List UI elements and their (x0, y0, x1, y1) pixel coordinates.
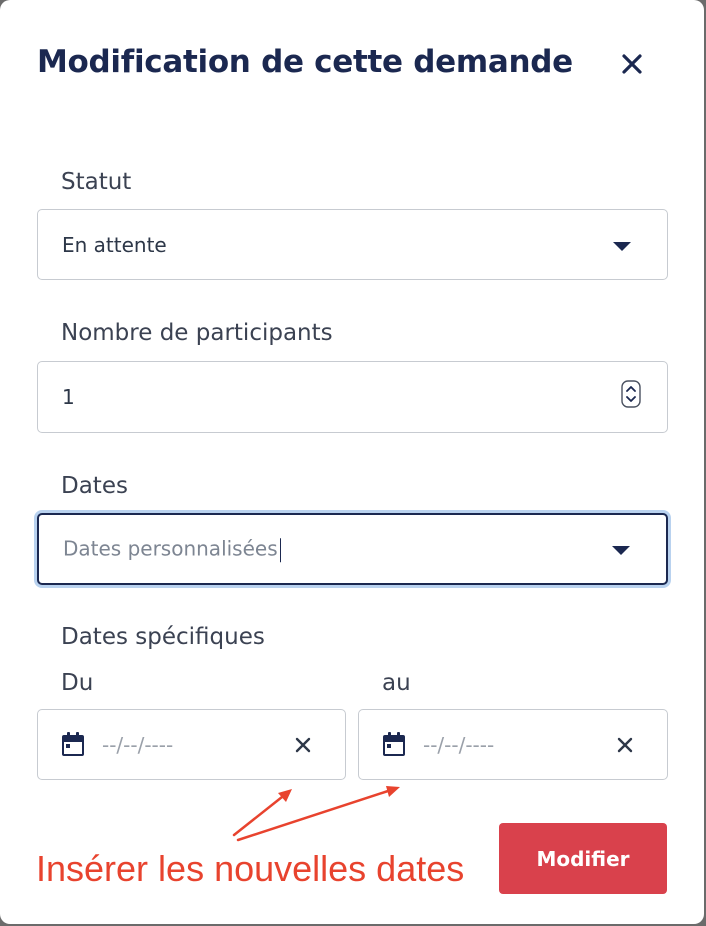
status-value: En attente (62, 232, 167, 257)
from-date-placeholder: --/--/---- (102, 732, 174, 757)
dates-value: Dates personnalisées (63, 536, 282, 562)
participants-label: Nombre de participants (61, 320, 333, 346)
from-date-input[interactable]: --/--/---- (37, 709, 346, 780)
calendar-icon (62, 732, 84, 756)
clear-icon[interactable] (295, 737, 311, 753)
annotation-text: Insérer les nouvelles dates (36, 848, 465, 889)
to-date-input[interactable]: --/--/---- (358, 709, 668, 780)
dates-label: Dates (61, 473, 128, 499)
annotation-arrows (232, 786, 400, 842)
modal-title: Modification de cette demande (37, 44, 573, 80)
edit-request-modal: Modification de cette demande Statut En … (0, 0, 704, 924)
from-date-label: Du (61, 670, 94, 696)
close-icon (622, 54, 642, 74)
status-label: Statut (61, 169, 132, 195)
participants-value: 1 (62, 385, 75, 409)
number-spinner[interactable] (621, 380, 641, 408)
dates-value-text: Dates personnalisées (63, 536, 278, 561)
status-select[interactable]: En attente (37, 209, 668, 280)
to-date-placeholder: --/--/---- (423, 732, 495, 757)
dates-select[interactable]: Dates personnalisées (37, 513, 668, 585)
caret-down-icon (612, 546, 630, 555)
calendar-icon (383, 732, 405, 756)
specific-dates-label: Dates spécifiques (61, 624, 265, 650)
participants-input[interactable]: 1 (37, 361, 668, 433)
clear-icon[interactable] (617, 737, 633, 753)
caret-down-icon (613, 241, 631, 251)
to-date-label: au (382, 670, 411, 696)
spinner-icon (621, 380, 641, 408)
submit-button[interactable]: Modifier (499, 823, 667, 894)
text-cursor (279, 537, 282, 562)
close-button[interactable] (616, 48, 648, 80)
